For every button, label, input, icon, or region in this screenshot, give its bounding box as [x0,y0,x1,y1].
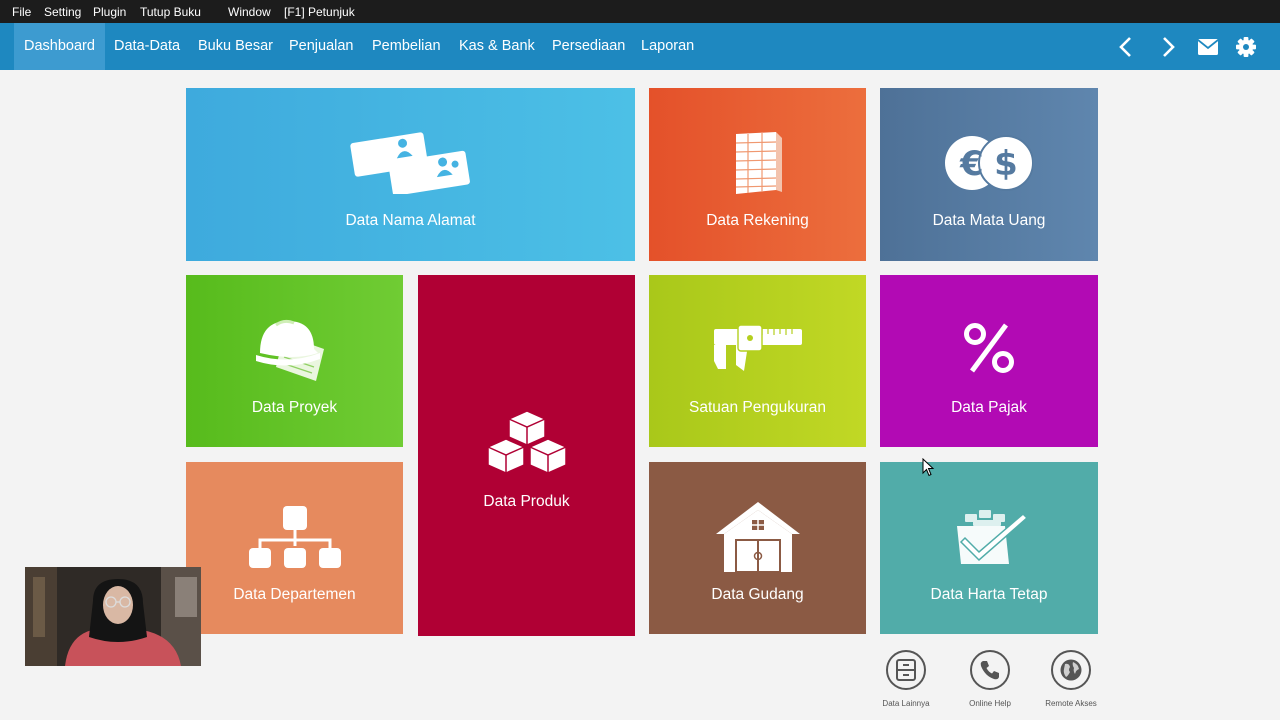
tile-data-proyek[interactable]: Data Proyek [186,275,403,447]
svg-text:€: € [959,144,984,184]
tile-data-mata-uang[interactable]: € $ Data Mata Uang [880,88,1098,261]
shortcut-data-lainnya[interactable]: Data Lainnya [866,650,946,708]
tile-data-pajak[interactable]: Data Pajak [880,275,1098,447]
tile-label: Data Harta Tetap [930,586,1048,603]
nav-penjualan[interactable]: Penjualan [289,23,354,70]
cabinet-icon [886,650,926,690]
menu-tutup-buku[interactable]: Tutup Buku [140,5,201,19]
asset-check-icon [947,508,1031,571]
mail-icon[interactable] [1194,33,1222,61]
caliper-icon [712,324,804,378]
nav-dashboard[interactable]: Dashboard [14,23,105,70]
tile-label: Data Proyek [251,399,338,416]
tile-label: Data Mata Uang [932,212,1046,229]
nav-laporan[interactable]: Laporan [641,23,694,70]
gear-icon[interactable] [1232,33,1260,61]
tile-label: Data Pajak [951,399,1027,416]
menu-file[interactable]: File [12,5,31,19]
chevron-right-icon[interactable] [1154,33,1182,61]
webcam-overlay [25,567,201,666]
tile-label: Data Rekening [706,212,809,229]
mouse-cursor-icon [922,457,935,482]
tile-label: Data Produk [483,493,570,510]
shortcut-label: Data Lainnya [882,699,930,708]
menu-window[interactable]: Window [228,5,271,19]
tile-data-gudang[interactable]: Data Gudang [649,462,866,634]
nav-kas-bank[interactable]: Kas & Bank [459,23,535,70]
ledger-book-icon [732,130,784,201]
main-nav: Dashboard Data-Data Buku Besar Penjualan… [0,23,1280,70]
product-boxes-icon [485,409,569,480]
tile-data-rekening[interactable]: Data Rekening [649,88,866,261]
globe-icon [1051,650,1091,690]
currency-coins-icon: € $ [945,132,1034,199]
menu-plugin[interactable]: Plugin [93,5,126,19]
org-chart-icon [247,506,343,575]
shortcut-label: Online Help [969,699,1011,708]
tile-satuan-pengukuran[interactable]: Satuan Pengukuran [649,275,866,447]
contact-cards-icon [346,132,476,199]
svg-text:$: $ [994,144,1018,184]
nav-pembelian[interactable]: Pembelian [372,23,441,70]
menu-setting[interactable]: Setting [44,5,81,19]
tile-data-harta-tetap[interactable]: Data Harta Tetap [880,462,1098,634]
percent-icon [962,321,1016,380]
nav-data-data[interactable]: Data-Data [114,23,180,70]
nav-buku-besar[interactable]: Buku Besar [198,23,273,70]
tile-label: Data Nama Alamat [345,212,476,229]
shortcut-remote-akses[interactable]: Remote Akses [1031,650,1111,708]
tile-data-departemen[interactable]: Data Departemen [186,462,403,634]
warehouse-icon [714,500,802,577]
tile-data-nama-alamat[interactable]: Data Nama Alamat [186,88,635,261]
tile-label: Data Departemen [233,586,356,603]
nav-persediaan[interactable]: Persediaan [552,23,625,70]
tile-label: Data Gudang [711,586,804,603]
chevron-left-icon[interactable] [1112,33,1140,61]
menu-bar: File Setting Plugin Tutup Buku Window [F… [0,0,1280,23]
tile-label: Satuan Pengukuran [688,399,827,416]
shortcut-label: Remote Akses [1045,699,1097,708]
tile-data-produk[interactable]: Data Produk [418,275,635,636]
phone-icon [970,650,1010,690]
menu-petunjuk[interactable]: [F1] Petunjuk [284,5,355,19]
hardhat-plan-icon [254,315,336,390]
shortcut-online-help[interactable]: Online Help [950,650,1030,708]
